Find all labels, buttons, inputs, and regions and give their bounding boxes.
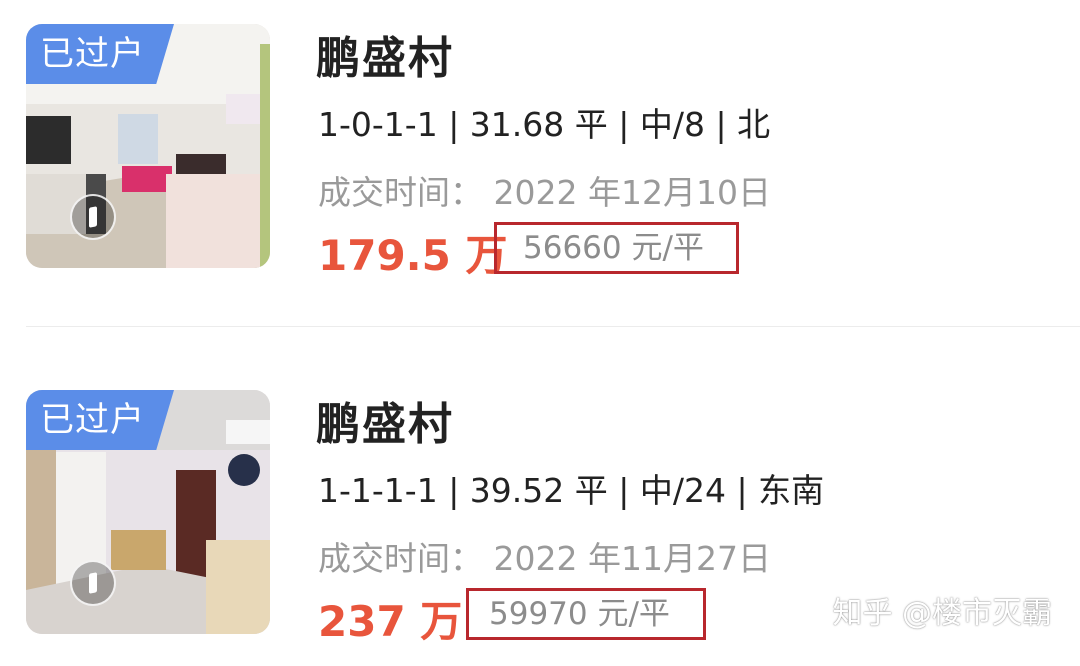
listing-photo[interactable]: 已过户 — [26, 390, 270, 634]
listing-divider — [26, 326, 1080, 327]
vr-tour-icon[interactable] — [70, 194, 116, 240]
listing-card[interactable]: 已过户 鹏盛村 1-0-1-1 | 31.68 平 | 中/8 | 北 成交时间… — [0, 0, 1080, 300]
vr-tour-icon[interactable] — [70, 560, 116, 606]
listing-specs: 1-1-1-1 | 39.52 平 | 中/24 | 东南 — [318, 471, 825, 510]
listing-title[interactable]: 鹏盛村 — [316, 22, 454, 86]
total-price: 179.5 万 — [318, 231, 508, 280]
listing-title[interactable]: 鹏盛村 — [316, 388, 454, 452]
listing-photo[interactable]: 已过户 — [26, 24, 270, 268]
transferred-badge: 已过户 — [26, 390, 174, 450]
unit-price-highlight: 56660 元/平 — [494, 222, 739, 274]
listing-specs: 1-0-1-1 | 31.68 平 | 中/8 | 北 — [318, 105, 771, 144]
transferred-badge: 已过户 — [26, 24, 174, 84]
deal-time: 成交时间： 2022 年11月27日 — [318, 539, 771, 578]
unit-price-highlight: 59970 元/平 — [466, 588, 706, 640]
total-price: 237 万 — [318, 597, 463, 646]
author-watermark: 知乎 @楼市灭霸 — [832, 596, 1052, 631]
deal-time: 成交时间： 2022 年12月10日 — [318, 173, 771, 212]
